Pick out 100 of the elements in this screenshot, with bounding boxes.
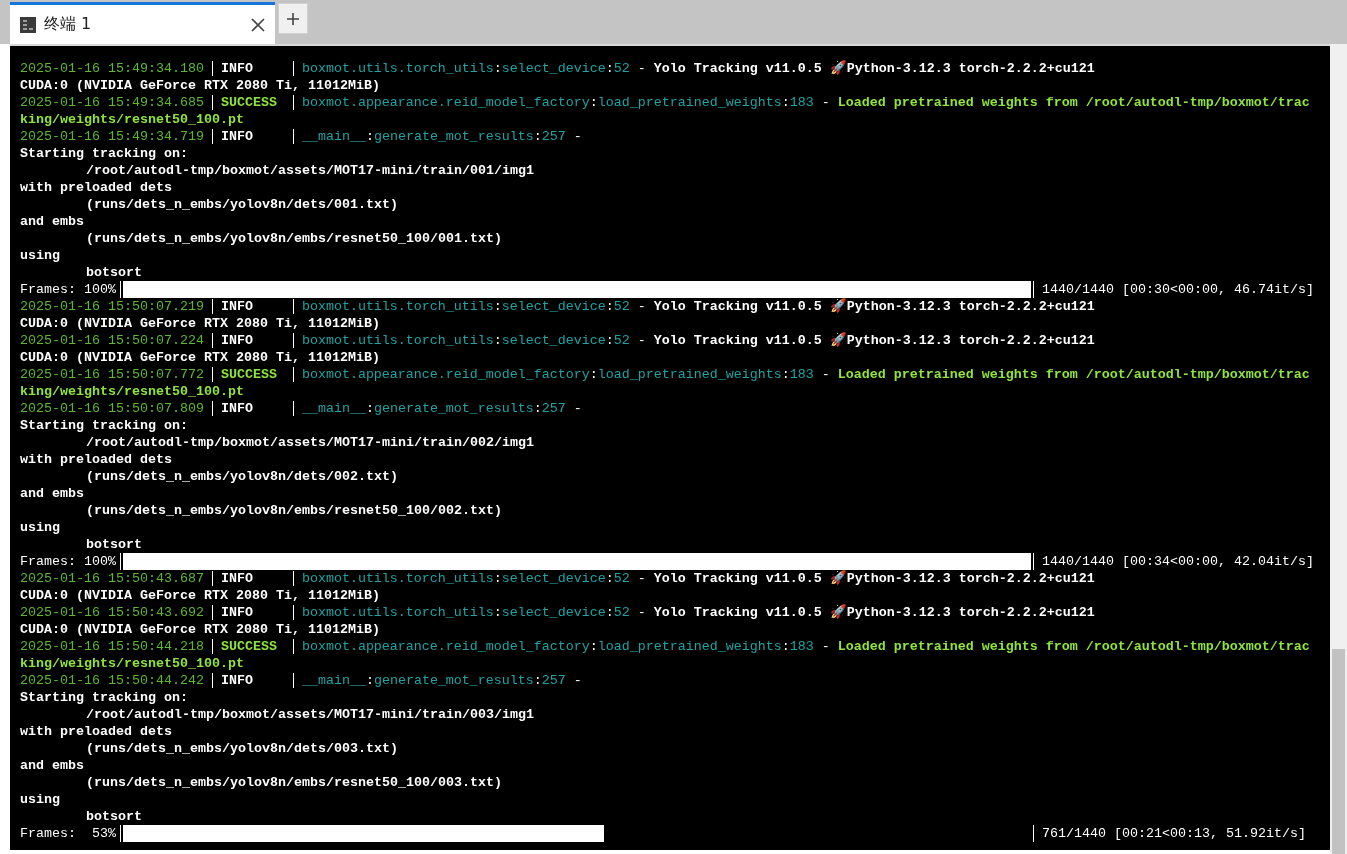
column-separator <box>211 61 213 76</box>
log-level: INFO <box>220 570 254 587</box>
log-message: Yolo Tracking v11.0.5 🚀Python-3.12.3 torch-2.2.2+cu121 <box>653 604 1095 621</box>
output-text: using <box>20 247 60 264</box>
output-text: botsort <box>86 264 142 281</box>
log-source: boxmot.appearance.reid_model_factory <box>301 94 590 111</box>
log-source: 183 <box>789 638 814 655</box>
log-separator: - <box>636 570 647 587</box>
log-source: __main__ <box>301 400 366 417</box>
log-source: 257 <box>541 128 566 145</box>
log-level: INFO <box>220 60 254 77</box>
log-separator: : <box>365 400 374 417</box>
log-separator: : <box>605 604 614 621</box>
column-separator <box>292 673 294 688</box>
log-level: SUCCESS <box>220 638 278 655</box>
log-separator: : <box>589 366 598 383</box>
log-message: CUDA:0 (NVIDIA GeForce RTX 2080 Ti, 11012MiB) <box>20 587 380 604</box>
log-source: 52 <box>613 60 630 77</box>
log-level: INFO <box>220 332 254 349</box>
log-message: Yolo Tracking v11.0.5 🚀Python-3.12.3 torch-2.2.2+cu121 <box>653 60 1095 77</box>
log-separator: : <box>365 128 374 145</box>
log-separator: : <box>781 94 790 111</box>
column-separator <box>292 605 294 620</box>
output-text: (runs/dets_n_embs/yolov8n/dets/002.txt) <box>86 468 398 485</box>
new-tab-button[interactable] <box>278 3 308 34</box>
log-source: 52 <box>613 604 630 621</box>
log-source: __main__ <box>301 128 366 145</box>
output-text: botsort <box>86 536 142 553</box>
log-timestamp: 2025-01-16 15:50:07.219 <box>20 298 204 315</box>
log-separator: : <box>533 400 542 417</box>
column-separator <box>211 367 213 382</box>
output-text: (runs/dets_n_embs/yolov8n/embs/resnet50_100/001.txt) <box>86 230 502 247</box>
log-level: INFO <box>220 400 254 417</box>
log-timestamp: 2025-01-16 15:50:44.218 <box>20 638 204 655</box>
log-source: 257 <box>541 672 566 689</box>
log-separator: - <box>636 332 647 349</box>
log-separator: : <box>605 60 614 77</box>
log-level: SUCCESS <box>220 366 278 383</box>
log-timestamp: 2025-01-16 15:50:07.809 <box>20 400 204 417</box>
close-button[interactable] <box>251 17 265 32</box>
log-source: load_pretrained_weights <box>597 638 782 655</box>
log-source: select_device <box>501 604 606 621</box>
output-text: with preloaded dets <box>20 179 172 196</box>
log-message: king/weights/resnet50_100.pt <box>20 655 244 672</box>
scrollbar-thumb[interactable] <box>1332 649 1345 854</box>
log-source: 52 <box>613 332 630 349</box>
log-separator: : <box>781 366 790 383</box>
tab-title: 终端 1 <box>44 14 93 35</box>
column-separator <box>211 95 213 110</box>
log-timestamp: 2025-01-16 15:49:34.719 <box>20 128 204 145</box>
output-text: /root/autodl-tmp/boxmot/assets/MOT17-mini/train/003/img1 <box>86 706 534 723</box>
progress-label: Frames: 100% <box>20 553 116 570</box>
log-separator: : <box>493 60 502 77</box>
log-message: Loaded pretrained weights from /root/autodl-tmp/boxmot/trac <box>837 638 1310 655</box>
column-separator <box>292 401 294 416</box>
output-text: using <box>20 519 60 536</box>
log-timestamp: 2025-01-16 15:49:34.180 <box>20 60 204 77</box>
log-separator: - <box>820 638 831 655</box>
log-source: 183 <box>789 366 814 383</box>
column-separator <box>292 367 294 382</box>
plus-icon <box>286 11 300 26</box>
log-message: CUDA:0 (NVIDIA GeForce RTX 2080 Ti, 11012MiB) <box>20 349 380 366</box>
output-text: with preloaded dets <box>20 723 172 740</box>
column-separator <box>292 571 294 586</box>
log-source: load_pretrained_weights <box>597 94 782 111</box>
log-source: boxmot.utils.torch_utils <box>301 332 494 349</box>
log-separator: - <box>820 366 831 383</box>
log-separator: : <box>605 570 614 587</box>
terminal-tab[interactable]: 终端 1 <box>10 2 275 44</box>
progress-stats: 761/1440 [00:21<00:13, 51.92it/s] <box>1041 825 1306 842</box>
output-text: Starting tracking on: <box>20 417 188 434</box>
log-level: SUCCESS <box>220 94 278 111</box>
log-source: generate_mot_results <box>373 672 534 689</box>
log-separator: : <box>365 672 374 689</box>
column-separator <box>211 333 213 348</box>
log-separator: : <box>605 332 614 349</box>
log-separator: - <box>820 94 831 111</box>
log-separator: : <box>493 604 502 621</box>
log-message: CUDA:0 (NVIDIA GeForce RTX 2080 Ti, 11012MiB) <box>20 315 380 332</box>
output-text: (runs/dets_n_embs/yolov8n/dets/003.txt) <box>86 740 398 757</box>
log-separator: - <box>572 128 583 145</box>
log-source: select_device <box>501 570 606 587</box>
log-source: select_device <box>501 60 606 77</box>
output-text: and embs <box>20 485 84 502</box>
log-separator: : <box>605 298 614 315</box>
log-source: load_pretrained_weights <box>597 366 782 383</box>
log-source: select_device <box>501 298 606 315</box>
log-message: Yolo Tracking v11.0.5 🚀Python-3.12.3 torch-2.2.2+cu121 <box>653 570 1095 587</box>
log-timestamp: 2025-01-16 15:50:44.242 <box>20 672 204 689</box>
log-source: 52 <box>613 298 630 315</box>
progress-label: Frames: 100% <box>20 281 116 298</box>
column-separator <box>211 401 213 416</box>
scrollbar[interactable] <box>1330 44 1347 854</box>
log-timestamp: 2025-01-16 15:50:43.692 <box>20 604 204 621</box>
output-text: Starting tracking on: <box>20 145 188 162</box>
log-timestamp: 2025-01-16 15:49:34.685 <box>20 94 204 111</box>
log-message: Loaded pretrained weights from /root/autodl-tmp/boxmot/trac <box>837 366 1310 383</box>
terminal-icon <box>20 16 36 33</box>
log-message: Yolo Tracking v11.0.5 🚀Python-3.12.3 torch-2.2.2+cu121 <box>653 298 1095 315</box>
column-separator <box>211 571 213 586</box>
